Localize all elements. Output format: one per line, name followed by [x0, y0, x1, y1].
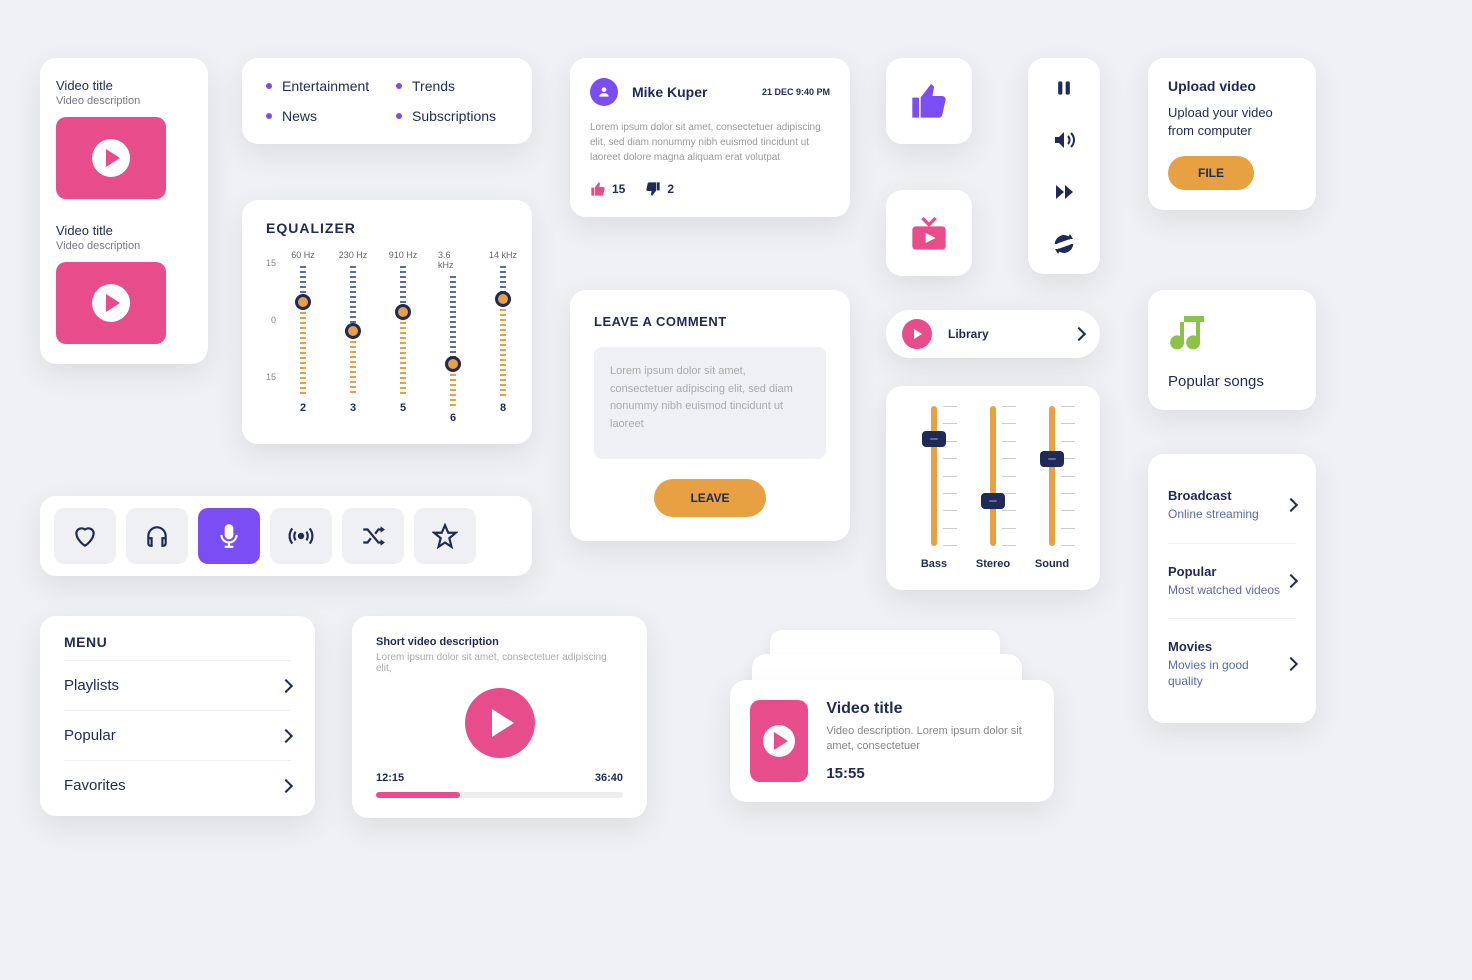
equalizer-scale: 15015	[266, 250, 276, 390]
chevron-right-icon	[279, 678, 293, 692]
chevron-right-icon	[1284, 498, 1298, 512]
fast-forward-button[interactable]	[1048, 176, 1080, 208]
repeat-button[interactable]	[1048, 228, 1080, 260]
tv-card[interactable]	[886, 190, 972, 276]
mini-player: Short video description Lorem ipsum dolo…	[352, 616, 647, 818]
library-button[interactable]: Library	[886, 310, 1100, 358]
nav-item-popular[interactable]: PopularMost watched videos	[1168, 544, 1296, 620]
menu-panel: MENU Playlists Popular Favorites	[40, 616, 315, 816]
equalizer-panel: EQUALIZER 15015 60 Hz2 230 Hz3 910 Hz5 3.6 …	[242, 200, 532, 444]
time-total: 36:40	[595, 772, 623, 784]
icon-toolbar	[40, 496, 532, 576]
comment-date: 21 DEC 9:40 PM	[762, 87, 830, 97]
audio-sliders-panel: BassStereoSound	[886, 386, 1100, 590]
play-thumbnail[interactable]	[750, 700, 808, 782]
nav-item-broadcast[interactable]: BroadcastOnline streaming	[1168, 468, 1296, 544]
play-thumbnail[interactable]	[56, 262, 166, 344]
mini-player-title: Short video description	[376, 636, 623, 648]
chevron-right-icon	[1284, 574, 1298, 588]
play-button[interactable]	[465, 688, 535, 758]
leave-comment-title: LEAVE A COMMENT	[594, 314, 826, 329]
like-button[interactable]: 15	[590, 181, 625, 197]
menu-item-favorites[interactable]: Favorites	[64, 760, 291, 810]
upload-title: Upload video	[1168, 78, 1296, 94]
eq-band[interactable]: 910 Hz5	[388, 250, 418, 424]
video-desc: Video description. Lorem ipsum dolor sit…	[826, 724, 1034, 755]
nav-item-movies[interactable]: MoviesMovies in good quality	[1168, 619, 1296, 709]
video-desc: Video description	[56, 95, 192, 107]
upload-desc: Upload your video from computer	[1168, 104, 1296, 140]
video-card[interactable]: Video title Video description	[56, 223, 192, 344]
upload-file-button[interactable]: FILE	[1168, 156, 1254, 190]
pause-button[interactable]	[1048, 72, 1080, 104]
video-title: Video title	[56, 78, 192, 93]
eq-band[interactable]: 230 Hz3	[338, 250, 368, 424]
star-button[interactable]	[414, 508, 476, 564]
category-item[interactable]: Subscriptions	[396, 108, 508, 124]
video-title: Video title	[826, 700, 1034, 718]
video-desc: Video description	[56, 240, 192, 252]
category-item[interactable]: Entertainment	[266, 78, 378, 94]
heart-button[interactable]	[54, 508, 116, 564]
comment-input[interactable]: Lorem ipsum dolor sit amet, consectetuer…	[594, 347, 826, 459]
shuffle-button[interactable]	[342, 508, 404, 564]
dislike-button[interactable]: 2	[645, 181, 674, 197]
comment-body: Lorem ipsum dolor sit amet, consectetuer…	[590, 120, 830, 165]
leave-comment-panel: LEAVE A COMMENT Lorem ipsum dolor sit am…	[570, 290, 850, 541]
broadcast-button[interactable]	[270, 508, 332, 564]
volume-button[interactable]	[1048, 124, 1080, 156]
video-item-card[interactable]: Video title Video description. Lorem ips…	[730, 680, 1054, 802]
eq-band[interactable]: 3.6 kHz6	[438, 250, 468, 424]
time-current: 12:15	[376, 772, 404, 784]
menu-item-popular[interactable]: Popular	[64, 710, 291, 760]
menu-item-playlists[interactable]: Playlists	[64, 660, 291, 710]
comment-card: Mike Kuper 21 DEC 9:40 PM Lorem ipsum do…	[570, 58, 850, 217]
music-note-icon	[1168, 310, 1216, 358]
progress-bar[interactable]	[376, 792, 623, 798]
microphone-button[interactable]	[198, 508, 260, 564]
comment-author: Mike Kuper	[632, 84, 748, 100]
slider-sound[interactable]: Sound	[1024, 406, 1080, 570]
avatar-icon	[590, 78, 618, 106]
player-controls	[1028, 58, 1100, 274]
popular-songs-card[interactable]: Popular songs	[1148, 290, 1316, 410]
slider-bass[interactable]: Bass	[906, 406, 962, 570]
categories-panel: Entertainment Trends News Subscriptions	[242, 58, 532, 144]
chevron-right-icon	[1284, 657, 1298, 671]
library-label: Library	[948, 327, 1058, 341]
upload-panel: Upload video Upload your video from comp…	[1148, 58, 1316, 210]
category-item[interactable]: News	[266, 108, 378, 124]
chevron-right-icon	[279, 728, 293, 742]
headphones-button[interactable]	[126, 508, 188, 564]
category-item[interactable]: Trends	[396, 78, 508, 94]
chevron-right-icon	[1072, 327, 1086, 341]
chevron-right-icon	[279, 778, 293, 792]
eq-band[interactable]: 60 Hz2	[288, 250, 318, 424]
video-duration: 15:55	[826, 765, 1034, 782]
menu-title: MENU	[64, 634, 291, 650]
video-cards-panel: Video title Video description Video titl…	[40, 58, 208, 364]
leave-button[interactable]: LEAVE	[654, 479, 765, 517]
like-card[interactable]	[886, 58, 972, 144]
mini-player-desc: Lorem ipsum dolor sit amet, consectetuer…	[376, 652, 623, 674]
eq-band[interactable]: 14 kHz8	[488, 250, 518, 424]
slider-stereo[interactable]: Stereo	[965, 406, 1021, 570]
video-card[interactable]: Video title Video description	[56, 78, 192, 199]
equalizer-title: EQUALIZER	[266, 220, 508, 236]
video-title: Video title	[56, 223, 192, 238]
nav-list: BroadcastOnline streaming PopularMost wa…	[1148, 454, 1316, 723]
play-icon	[902, 319, 932, 349]
play-thumbnail[interactable]	[56, 117, 166, 199]
popular-songs-title: Popular songs	[1168, 373, 1296, 390]
